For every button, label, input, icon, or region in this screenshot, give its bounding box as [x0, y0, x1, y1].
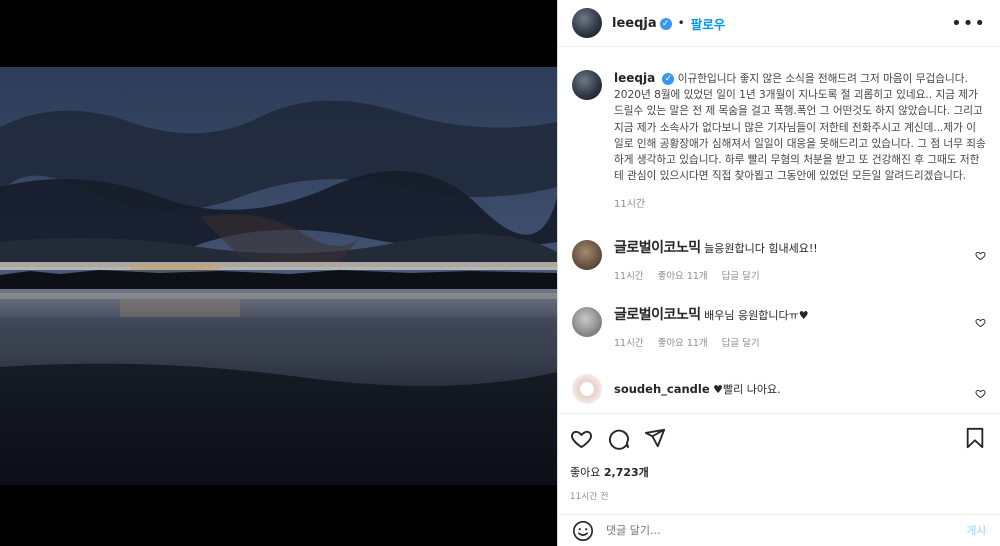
comment-input[interactable] — [606, 524, 967, 537]
post-comment-button[interactable]: 게시 — [967, 523, 986, 538]
comment-item: soudeh_candle ♥빨리 나아요. — [572, 373, 986, 404]
comment-time[interactable]: 11시간 — [614, 269, 644, 285]
comment-item: 글로벌이코노믹 배우님 응원합니다ㅠ♥ 11시간 좋아요 11개 답글 달기 — [572, 306, 986, 352]
comment-text: 늘응원합니다 힘내세요!! — [704, 241, 818, 255]
commenter-avatar[interactable] — [572, 306, 602, 337]
separator-dot: • — [677, 16, 685, 30]
watermark-overlay: 글로벌이코노믹 — [614, 239, 701, 256]
post-actions: 좋아요 2,723개 11시간 전 — [558, 413, 1000, 502]
commenter-avatar[interactable] — [572, 239, 602, 270]
comment-text: ♥빨리 나아요. — [713, 382, 781, 396]
comment-likes[interactable]: 좋아요 11개 — [658, 269, 708, 285]
caption-avatar[interactable] — [572, 70, 602, 100]
comment-icon[interactable] — [607, 427, 630, 450]
commenter-username[interactable]: soudeh_candle — [614, 382, 710, 396]
comment-like-heart-icon[interactable] — [975, 317, 986, 328]
like-count-label[interactable]: 좋아요 — [570, 466, 600, 479]
author-username[interactable]: leeqja ✓ — [612, 16, 672, 31]
post-caption: leeqja ✓ 이규한입니다 좋지 않은 소식을 전해드려 그저 마음이 무겁… — [572, 48, 986, 214]
instagram-post-modal: leeqja ✓ • 팔로우 ••• leeqja ✓ 이규한입니다 좋지 않은 … — [0, 0, 1000, 546]
heart-icon[interactable] — [570, 427, 593, 450]
share-icon[interactable] — [644, 427, 666, 449]
bookmark-icon[interactable] — [964, 427, 986, 449]
comment-like-heart-icon[interactable] — [975, 250, 986, 261]
watermark-overlay: 글로벌이코노믹 — [614, 306, 701, 323]
commenter-avatar[interactable] — [572, 373, 602, 404]
verified-badge-icon: ✓ — [662, 73, 675, 85]
follow-button[interactable]: 팔로우 — [691, 14, 726, 33]
post-photo[interactable] — [0, 67, 557, 485]
like-count[interactable]: 좋아요 2,723개 — [570, 464, 986, 480]
post-sidebar: leeqja ✓ • 팔로우 ••• leeqja ✓ 이규한입니다 좋지 않은 … — [557, 0, 1000, 546]
comments-list[interactable]: leeqja ✓ 이규한입니다 좋지 않은 소식을 전해드려 그저 마음이 무겁… — [558, 48, 1000, 413]
post-header: leeqja ✓ • 팔로우 ••• — [558, 0, 1000, 47]
post-timestamp[interactable]: 11시간 전 — [570, 490, 986, 502]
author-avatar[interactable] — [572, 8, 602, 38]
caption-username-text[interactable]: leeqja — [614, 71, 655, 85]
caption-username[interactable]: leeqja ✓ — [614, 71, 675, 85]
caption-text: 이규한입니다 좋지 않은 소식을 전해드려 그저 마음이 무겁습니다. 2020… — [614, 73, 986, 183]
comment-likes[interactable]: 좋아요 11개 — [658, 336, 708, 352]
comment-composer: 게시 — [558, 514, 1000, 546]
more-icon[interactable]: ••• — [951, 13, 986, 34]
reply-button[interactable]: 답글 달기 — [722, 269, 760, 285]
comment-text: 배우님 응원합니다ㅠ♥ — [704, 308, 809, 322]
reply-button[interactable]: 답글 달기 — [722, 336, 760, 352]
comment-time[interactable]: 11시간 — [614, 336, 644, 352]
comment-item: 글로벌이코노믹 늘응원합니다 힘내세요!! 11시간 좋아요 11개 답글 달기 — [572, 239, 986, 285]
like-count-value[interactable]: 2,723개 — [604, 466, 649, 479]
caption-time[interactable]: 11시간 — [614, 197, 986, 213]
emoji-icon[interactable] — [572, 520, 594, 542]
comment-like-heart-icon[interactable] — [975, 388, 986, 399]
author-username-text[interactable]: leeqja — [612, 16, 657, 31]
photo-pane — [0, 0, 557, 546]
verified-badge-icon: ✓ — [659, 17, 672, 30]
